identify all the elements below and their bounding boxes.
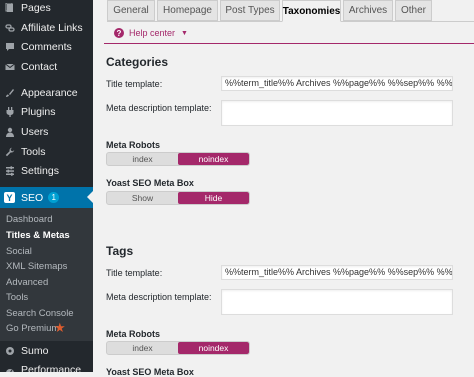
submenu-advanced[interactable]: Advanced: [6, 277, 48, 288]
help-center-label: Help center: [129, 28, 176, 38]
menu-item-label: Affiliate Links: [21, 22, 83, 34]
tab-taxonomies[interactable]: Taxonomies: [282, 0, 341, 22]
tab-general[interactable]: General: [107, 0, 155, 21]
help-icon: ?: [114, 28, 124, 38]
section-title-tags: Tags: [106, 244, 134, 258]
pages-icon: [5, 3, 15, 13]
submenu-tools[interactable]: Tools: [6, 292, 28, 303]
menu-item-label: Appearance: [21, 87, 78, 99]
meta-box-show-option[interactable]: Show: [107, 192, 178, 204]
menu-item-label: Users: [21, 126, 49, 138]
menu-item-appearance[interactable]: Appearance: [0, 83, 93, 103]
menu-item-label: Comments: [21, 41, 72, 53]
menu-item-label: SEO: [21, 191, 44, 204]
meta-robots-index-option[interactable]: index: [107, 342, 178, 354]
mail-icon: [5, 62, 15, 72]
wrench-icon: [5, 147, 15, 157]
meta-description-label: Meta description template:: [106, 103, 212, 113]
yoast-logo-icon: Y: [4, 192, 15, 203]
categories-meta-robots-switch: index noindex: [106, 152, 250, 166]
seo-submenu: Dashboard Titles & Metas Social XML Site…: [0, 208, 93, 341]
menu-item-label: Tools: [21, 146, 46, 158]
settings-tabs: General Homepage Post Types Taxonomies A…: [107, 0, 474, 22]
brush-icon: [5, 88, 15, 98]
menu-item-affiliate-links[interactable]: Affiliate Links: [0, 18, 93, 38]
meta-box-hide-option[interactable]: Hide: [178, 192, 249, 204]
menu-item-label: Contact: [21, 61, 58, 73]
submenu-go-premium[interactable]: Go Premium: [6, 323, 59, 334]
categories-meta-box-switch: Show Hide: [106, 191, 250, 205]
tab-post-types[interactable]: Post Types: [220, 0, 280, 21]
title-template-label: Title template:: [106, 268, 163, 278]
meta-robots-label: Meta Robots: [106, 140, 160, 150]
tags-title-template-input[interactable]: %%term_title%% Archives %%page%% %%sep%%…: [221, 265, 453, 280]
sumo-icon: [5, 346, 15, 356]
submenu-xml-sitemaps[interactable]: XML Sitemaps: [6, 261, 67, 272]
menu-item-sumo[interactable]: Sumo: [0, 341, 93, 361]
menu-item-performance[interactable]: Performance: [0, 360, 93, 372]
menu-item-pages[interactable]: Pages: [0, 0, 93, 18]
comment-icon: [5, 42, 15, 52]
menu-item-label: Sumo: [21, 345, 49, 357]
meta-box-label: Yoast SEO Meta Box: [106, 367, 194, 377]
meta-description-label: Meta description template:: [106, 292, 212, 302]
menu-item-label: Plugins: [21, 106, 56, 118]
tab-archives[interactable]: Archives: [343, 0, 393, 21]
tab-other[interactable]: Other: [395, 0, 432, 21]
plugin-icon: [5, 107, 15, 117]
menu-item-label: Settings: [21, 165, 59, 177]
help-center-toggle[interactable]: ? Help center ▼: [114, 26, 188, 40]
admin-sidebar: Pages Affiliate Links Comments Contact A…: [0, 0, 93, 372]
categories-meta-description-textarea[interactable]: [221, 100, 453, 126]
menu-item-seo[interactable]: Y SEO 1: [0, 187, 93, 208]
menu-item-tools[interactable]: Tools: [0, 142, 93, 162]
menu-item-settings[interactable]: Settings: [0, 161, 93, 181]
meta-robots-label: Meta Robots: [106, 329, 160, 339]
tags-meta-description-textarea[interactable]: [221, 289, 453, 315]
performance-icon: [5, 365, 15, 372]
title-template-label: Title template:: [106, 79, 163, 89]
current-menu-arrow: [87, 191, 93, 203]
menu-item-label: Pages: [21, 2, 51, 14]
meta-robots-noindex-option[interactable]: noindex: [178, 342, 249, 354]
tab-homepage[interactable]: Homepage: [157, 0, 218, 21]
menu-item-plugins[interactable]: Plugins: [0, 102, 93, 122]
link-icon: [5, 23, 15, 33]
submenu-social[interactable]: Social: [6, 246, 32, 257]
caret-down-icon: ▼: [181, 29, 188, 37]
categories-title-template-input[interactable]: %%term_title%% Archives %%page%% %%sep%%…: [221, 76, 453, 91]
submenu-search-console[interactable]: Search Console: [6, 308, 74, 319]
help-divider: [104, 43, 474, 44]
menu-item-comments[interactable]: Comments: [0, 37, 93, 57]
users-icon: [5, 127, 15, 137]
submenu-dashboard[interactable]: Dashboard: [6, 214, 52, 225]
section-title-categories: Categories: [106, 55, 169, 69]
settings-icon: [5, 166, 15, 176]
submenu-titles-metas[interactable]: Titles & Metas: [6, 230, 70, 241]
meta-box-label: Yoast SEO Meta Box: [106, 178, 194, 188]
star-icon: ★: [54, 320, 66, 335]
menu-item-users[interactable]: Users: [0, 122, 93, 142]
tags-meta-robots-switch: index noindex: [106, 341, 250, 355]
meta-robots-index-option[interactable]: index: [107, 153, 178, 165]
menu-item-contact[interactable]: Contact: [0, 57, 93, 77]
notification-badge: 1: [48, 192, 60, 203]
meta-robots-noindex-option[interactable]: noindex: [178, 153, 249, 165]
menu-item-label: Performance: [21, 364, 82, 372]
